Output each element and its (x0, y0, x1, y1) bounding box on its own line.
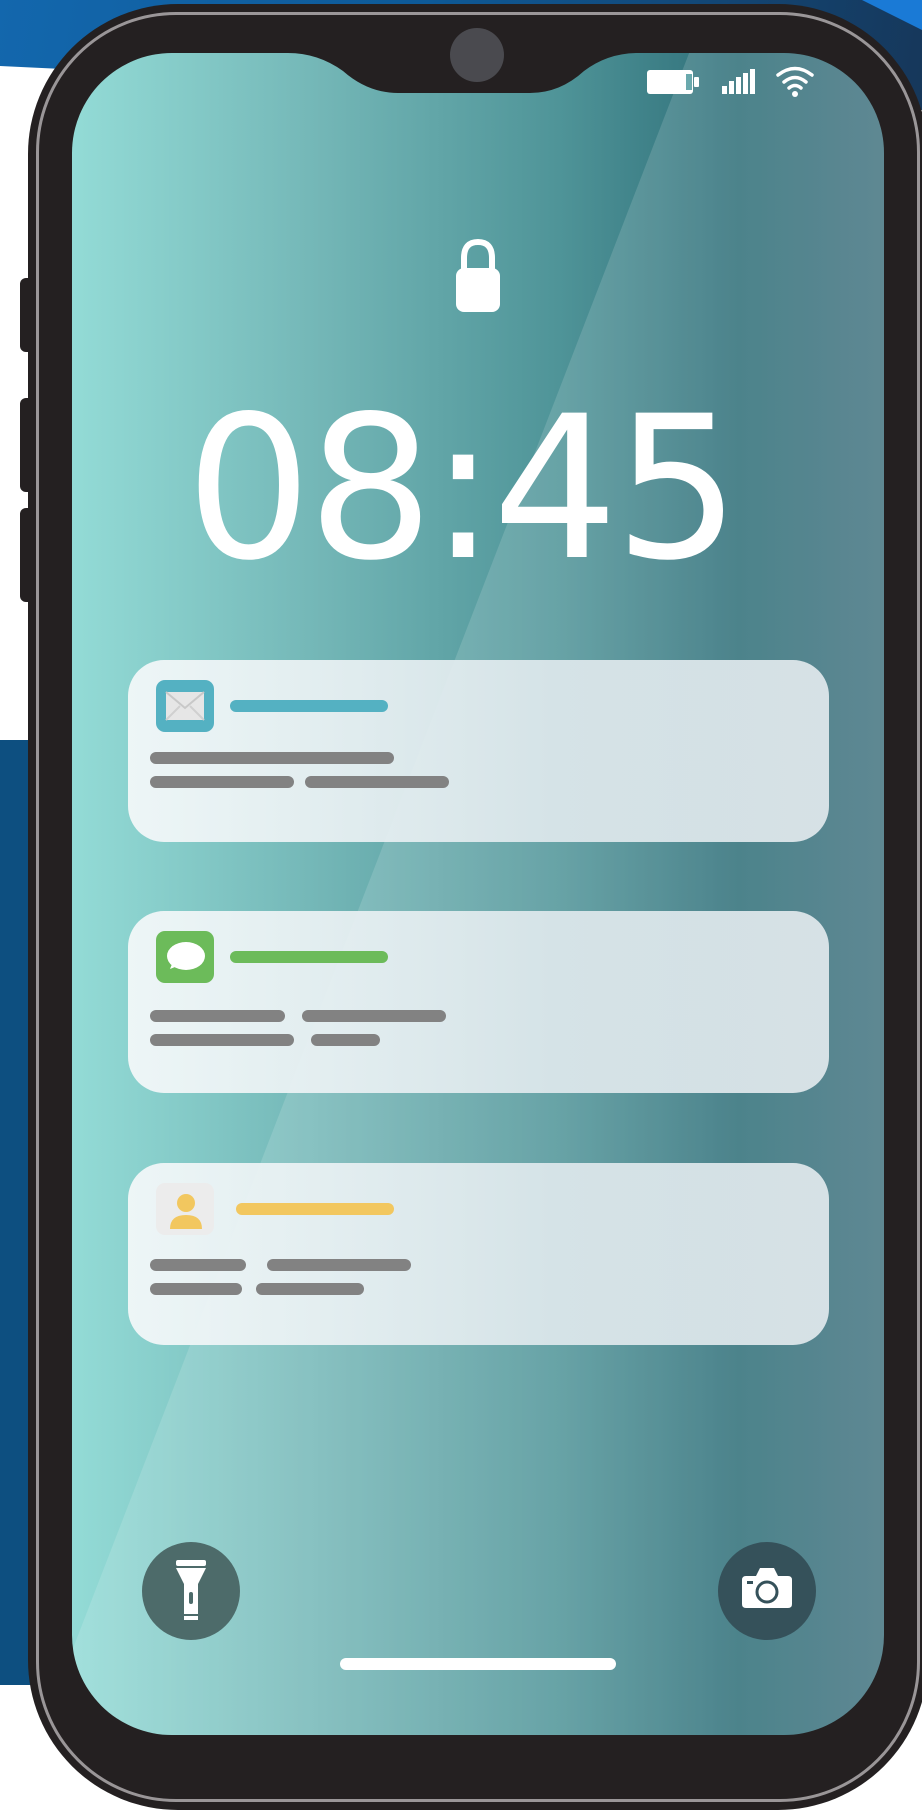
flashlight-icon (176, 1560, 206, 1620)
notification-text-placeholder (302, 1010, 446, 1022)
front-camera (450, 28, 504, 82)
contact-icon (156, 1183, 214, 1235)
notification-text-placeholder (311, 1034, 380, 1046)
flashlight-button[interactable] (142, 1542, 240, 1640)
notification-text-placeholder (267, 1259, 411, 1271)
camera-icon (742, 1568, 792, 1608)
notification-text-placeholder (150, 776, 294, 788)
notification-title-placeholder (236, 1203, 394, 1215)
signal-icon (722, 68, 756, 96)
camera-button[interactable] (718, 1542, 816, 1640)
notification-title-placeholder (230, 951, 388, 963)
message-icon (156, 931, 214, 983)
notification-title-placeholder (230, 700, 388, 712)
notification-text-placeholder (305, 776, 449, 788)
notification-text-placeholder (256, 1283, 364, 1295)
notification-mail[interactable] (128, 660, 829, 842)
notification-message[interactable] (128, 911, 829, 1093)
notification-contact[interactable] (128, 1163, 829, 1345)
home-indicator[interactable] (340, 1658, 616, 1670)
lock-icon (454, 238, 502, 314)
mail-icon (156, 680, 214, 732)
lock-screen-clock: 08:45 (185, 373, 741, 604)
battery-icon (646, 68, 700, 96)
notification-text-placeholder (150, 1259, 246, 1271)
notification-text-placeholder (150, 1034, 294, 1046)
notification-text-placeholder (150, 1283, 242, 1295)
notification-text-placeholder (150, 1010, 285, 1022)
notification-text-placeholder (150, 752, 394, 764)
wifi-icon (776, 66, 814, 98)
